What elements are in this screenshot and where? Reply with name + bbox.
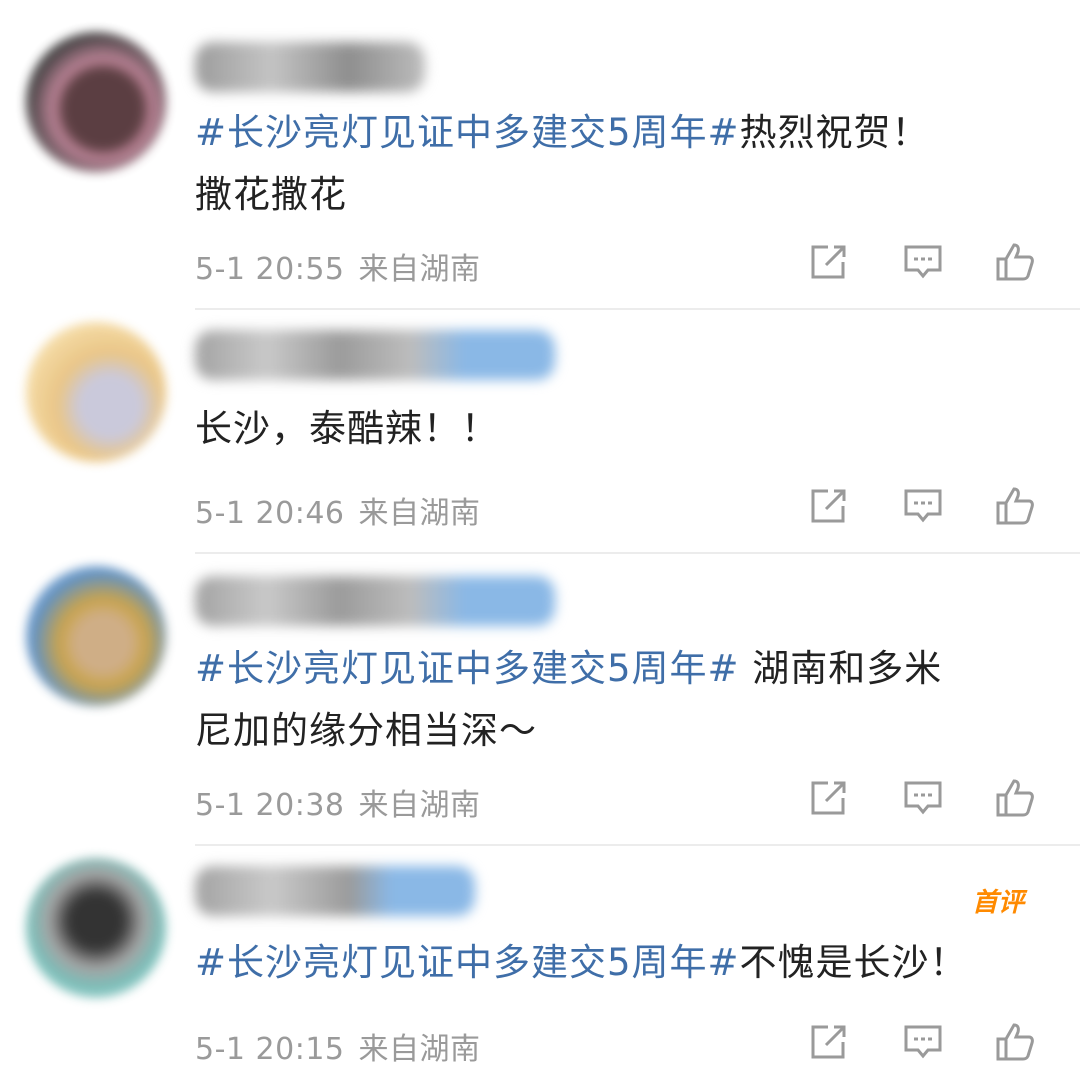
comment-text: 长沙，泰酷辣！！ (195, 407, 499, 450)
comment-meta: 5-1 20:38 来自湖南 (195, 780, 481, 824)
comment-meta: 5-1 20:15 来自湖南 (195, 1024, 481, 1068)
username[interactable] (195, 330, 555, 380)
comment-text: #长沙亮灯见证中多建交5周年# 湖南和多米 尼加的缘分相当深～ (195, 647, 943, 752)
like-icon[interactable] (994, 242, 1036, 282)
timestamp: 5-1 20:55 (195, 252, 345, 287)
comment-actions (808, 778, 1048, 818)
comment-actions (808, 242, 1048, 282)
comment-meta: 5-1 20:55 来自湖南 (195, 244, 481, 288)
like-icon[interactable] (994, 778, 1036, 818)
like-icon[interactable] (994, 486, 1036, 526)
avatar[interactable] (26, 566, 166, 706)
timestamp: 5-1 20:38 (195, 788, 345, 823)
share-icon[interactable] (808, 778, 850, 818)
comment-meta: 5-1 20:46 来自湖南 (195, 488, 481, 532)
location: 来自湖南 (358, 788, 481, 823)
username[interactable] (195, 576, 555, 626)
like-icon[interactable] (994, 1022, 1036, 1062)
topic-link[interactable]: #长沙亮灯见证中多建交5周年# (195, 111, 740, 154)
share-icon[interactable] (808, 486, 850, 526)
comment-icon[interactable] (902, 242, 944, 282)
comment-icon[interactable] (902, 778, 944, 818)
timestamp: 5-1 20:15 (195, 1032, 345, 1067)
topic-link[interactable]: #长沙亮灯见证中多建交5周年# (195, 941, 740, 984)
divider (195, 844, 1080, 846)
username[interactable] (195, 866, 475, 916)
username[interactable] (195, 42, 425, 92)
share-icon[interactable] (808, 242, 850, 282)
avatar[interactable] (26, 32, 166, 172)
comment-actions (808, 486, 1048, 526)
timestamp: 5-1 20:46 (195, 496, 345, 531)
comment-icon[interactable] (902, 1022, 944, 1062)
comment-icon[interactable] (902, 486, 944, 526)
first-comment-badge: 首评 (972, 888, 1025, 918)
location: 来自湖南 (358, 1032, 481, 1067)
comment-text: #长沙亮灯见证中多建交5周年#热烈祝贺！ 撒花撒花 (195, 111, 930, 216)
avatar[interactable] (26, 322, 166, 462)
share-icon[interactable] (808, 1022, 850, 1062)
divider (195, 552, 1080, 554)
topic-link[interactable]: #长沙亮灯见证中多建交5周年# (195, 647, 740, 690)
avatar[interactable] (26, 858, 166, 998)
comment-text: #长沙亮灯见证中多建交5周年#不愧是长沙！ (195, 941, 968, 984)
location: 来自湖南 (358, 252, 481, 287)
comment-actions (808, 1022, 1048, 1062)
divider (195, 308, 1080, 310)
location: 来自湖南 (358, 496, 481, 531)
